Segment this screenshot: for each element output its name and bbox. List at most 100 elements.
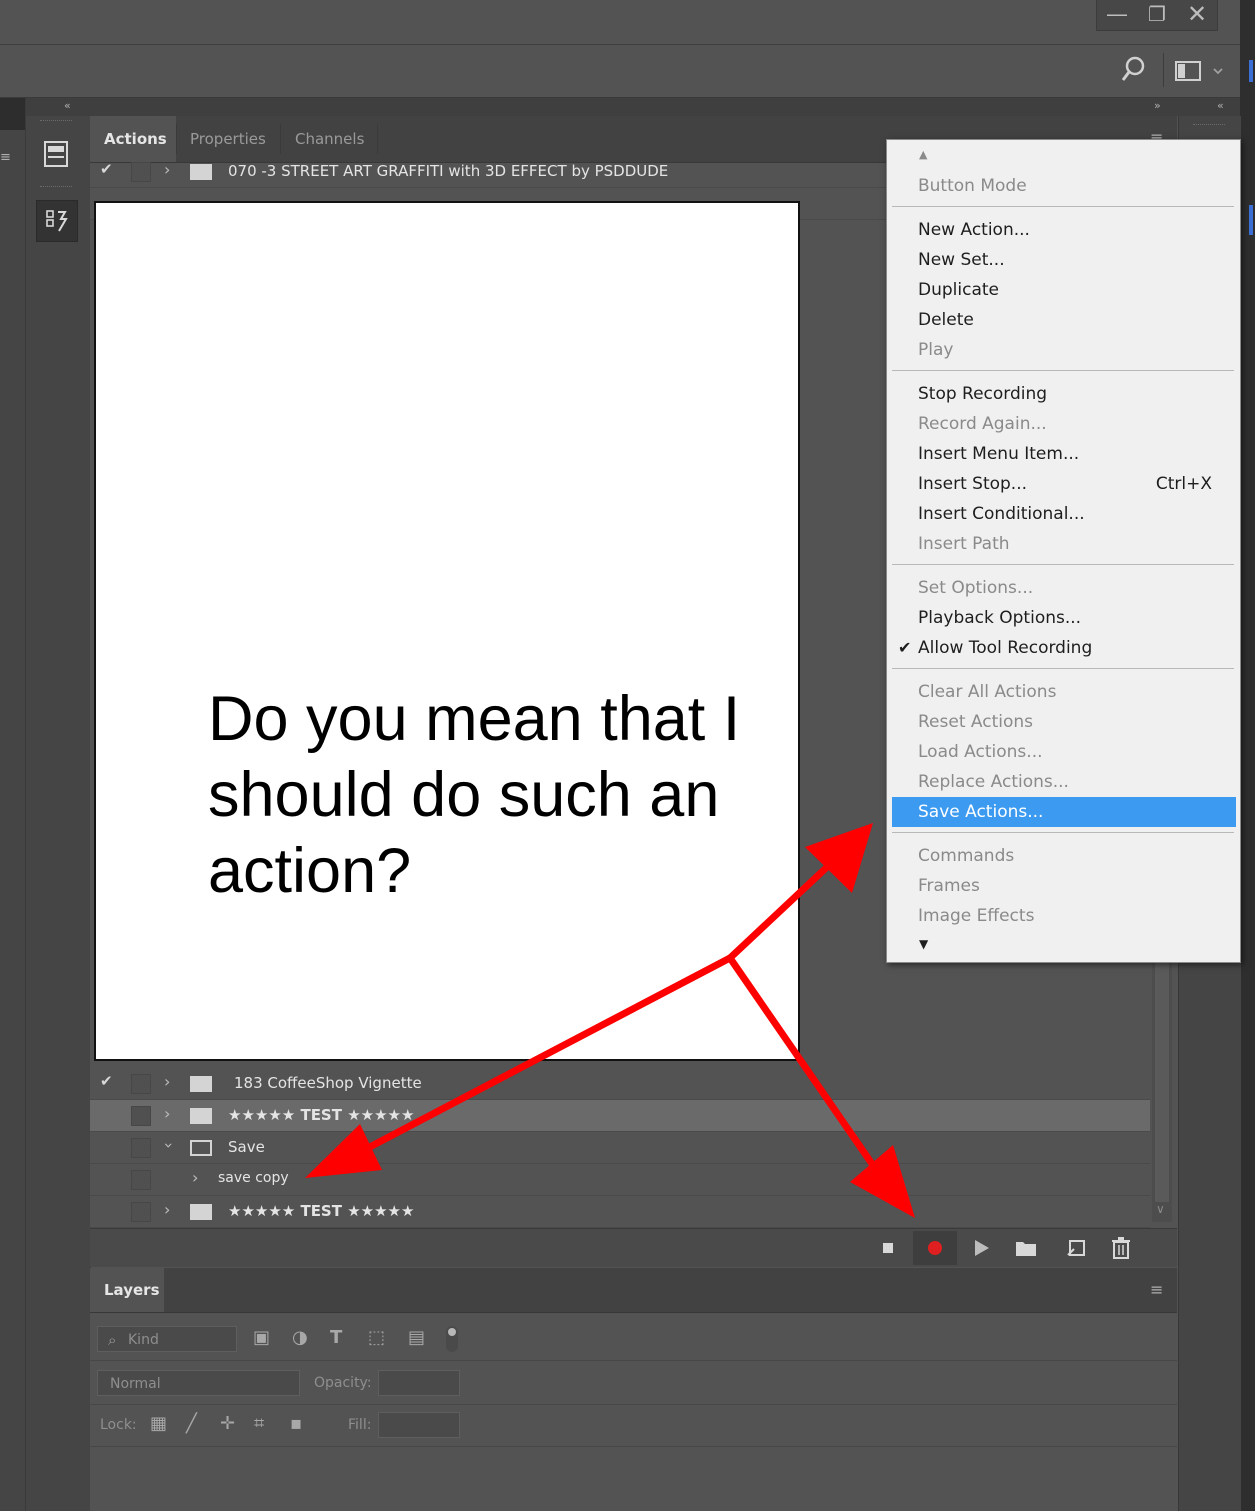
action-set-row[interactable]: › Save — [90, 1132, 1150, 1164]
dock-tab[interactable] — [0, 98, 25, 130]
restore-icon[interactable]: ❐ — [1137, 0, 1177, 28]
menu-item-insert-conditional[interactable]: Insert Conditional... — [892, 499, 1236, 529]
chevron-right-icon[interactable]: › — [164, 160, 170, 179]
menu-item-save-actions[interactable]: Save Actions... — [892, 797, 1236, 827]
stop-icon[interactable] — [866, 1231, 910, 1265]
action-set-row[interactable]: ✔ › 183 CoffeeShop Vignette — [90, 1068, 1150, 1100]
open-folder-icon — [190, 1140, 212, 1156]
dialog-toggle-box[interactable] — [131, 1106, 151, 1126]
adjustment-filter-icon[interactable]: ◑ — [292, 1327, 308, 1348]
menu-item-insert-path[interactable]: Insert Path — [892, 529, 1236, 559]
tab-layers[interactable]: Layers — [90, 1268, 164, 1312]
checkmark-icon[interactable]: ✔ — [100, 160, 116, 180]
menu-lines-icon[interactable]: ≡ — [0, 150, 11, 165]
menu-item-insert-stop[interactable]: Insert Stop... Ctrl+X — [892, 469, 1236, 499]
actions-toolbar — [90, 1228, 1177, 1267]
action-set-row[interactable]: › ★★★★★ TEST ★★★★★ — [90, 1196, 1150, 1228]
scroll-up-icon[interactable]: ▲ — [919, 148, 927, 161]
collapse-left-icon[interactable]: « — [1217, 99, 1224, 112]
menu-item-frames[interactable]: Frames — [892, 871, 1236, 901]
minimize-icon[interactable]: ― — [1097, 0, 1137, 28]
artboard-lock-icon[interactable]: ⌗ — [254, 1413, 264, 1434]
filter-toggle[interactable] — [446, 1326, 458, 1352]
trash-icon[interactable] — [1099, 1231, 1143, 1265]
dialog-toggle-box[interactable] — [131, 1202, 151, 1222]
actions-panel-icon[interactable] — [36, 200, 78, 242]
menu-item-set-options[interactable]: Set Options... — [892, 573, 1236, 603]
scroll-down-icon[interactable]: ∨ — [1156, 1202, 1165, 1216]
action-row[interactable]: › save copy — [90, 1164, 1150, 1196]
folder-icon — [190, 1204, 212, 1220]
shape-filter-icon[interactable]: ⬚ — [368, 1327, 385, 1348]
menu-item-commands[interactable]: Commands — [892, 841, 1236, 871]
expand-right-icon[interactable]: » — [1154, 99, 1161, 112]
menu-item-image-effects[interactable]: Image Effects — [892, 901, 1236, 931]
chevron-right-icon[interactable]: › — [164, 1104, 170, 1123]
menu-item-delete[interactable]: Delete — [892, 305, 1236, 335]
scroll-down-icon[interactable]: ▼ — [919, 937, 928, 951]
menu-separator — [892, 832, 1234, 833]
panel-menu-icon[interactable]: ≡ — [1150, 1280, 1163, 1299]
chevron-down-icon[interactable]: › — [160, 1142, 179, 1148]
menu-item-button-mode[interactable]: Button Mode — [892, 171, 1236, 201]
menu-item-load-actions[interactable]: Load Actions... — [892, 737, 1236, 767]
new-action-icon[interactable] — [1054, 1231, 1098, 1265]
properties-panel-icon[interactable] — [36, 134, 76, 174]
opacity-label: Opacity: — [314, 1375, 372, 1391]
lock-all-icon[interactable]: ▪ — [290, 1413, 302, 1434]
chevron-right-icon[interactable]: › — [164, 1072, 170, 1091]
opacity-field[interactable] — [378, 1370, 460, 1396]
menu-item-duplicate[interactable]: Duplicate — [892, 275, 1236, 305]
new-set-folder-icon[interactable] — [1004, 1231, 1048, 1265]
blend-mode-select[interactable]: Normal — [97, 1370, 300, 1396]
dialog-toggle-box[interactable] — [131, 162, 151, 182]
folder-icon — [190, 164, 212, 180]
window-controls: ― ❐ ✕ — [1096, 0, 1218, 31]
right-window-edge — [1240, 0, 1255, 1511]
workspace-icon[interactable] — [1175, 61, 1225, 87]
menu-item-reset-actions[interactable]: Reset Actions — [892, 707, 1236, 737]
checkmark-icon[interactable]: ✔ — [100, 1072, 116, 1092]
title-bar: ― ❐ ✕ — [0, 0, 1240, 45]
menu-item-playback-options[interactable]: Playback Options... — [892, 603, 1236, 633]
action-set-label: ★★★★★ TEST ★★★★★ — [228, 1106, 415, 1124]
menu-item-replace-actions[interactable]: Replace Actions... — [892, 767, 1236, 797]
action-label: save copy — [218, 1170, 289, 1186]
lock-row: Lock: ▦ ╱ ✛ ⌗ ▪ Fill: — [90, 1404, 1177, 1447]
dialog-toggle-box[interactable] — [131, 1138, 151, 1158]
close-icon[interactable]: ✕ — [1177, 0, 1217, 28]
menu-item-new-set[interactable]: New Set... — [892, 245, 1236, 275]
menu-separator — [892, 564, 1234, 565]
type-filter-icon[interactable]: T — [330, 1327, 342, 1348]
actions-panel-menu: ▲ Button Mode New Action... New Set... D… — [886, 139, 1241, 963]
chevron-right-icon[interactable]: › — [164, 1200, 170, 1219]
lock-position-icon[interactable]: ✛ — [220, 1413, 235, 1434]
menu-item-record-again[interactable]: Record Again... — [892, 409, 1236, 439]
fill-label: Fill: — [348, 1417, 372, 1433]
collapse-left-icon[interactable]: « — [64, 99, 71, 112]
play-icon[interactable] — [960, 1231, 1004, 1265]
action-set-label: 070 -3 STREET ART GRAFFITI with 3D EFFEC… — [228, 162, 669, 180]
fill-field[interactable] — [378, 1412, 460, 1438]
smart-object-filter-icon[interactable]: ▤ — [408, 1327, 425, 1348]
lock-transparency-icon[interactable]: ▦ — [150, 1413, 167, 1434]
tab-divider — [377, 124, 378, 154]
menu-item-clear-all-actions[interactable]: Clear All Actions — [892, 677, 1236, 707]
record-icon — [928, 1241, 942, 1255]
pixel-layer-filter-icon[interactable]: ▣ — [253, 1327, 270, 1348]
lock-pixels-brush-icon[interactable]: ╱ — [186, 1413, 197, 1434]
menu-item-allow-tool-recording[interactable]: ✔ Allow Tool Recording — [892, 633, 1236, 663]
menu-item-new-action[interactable]: New Action... — [892, 215, 1236, 245]
chevron-right-icon[interactable]: › — [192, 1168, 198, 1187]
search-icon[interactable] — [1120, 55, 1148, 91]
dialog-toggle-box[interactable] — [131, 1074, 151, 1094]
layer-kind-filter[interactable]: Kind ⌕ — [97, 1326, 237, 1352]
dialog-toggle-box[interactable] — [131, 1170, 151, 1190]
menu-item-stop-recording[interactable]: Stop Recording — [892, 379, 1236, 409]
menu-item-play[interactable]: Play — [892, 335, 1236, 365]
menu-item-insert-menu-item[interactable]: Insert Menu Item... — [892, 439, 1236, 469]
record-button[interactable] — [913, 1231, 957, 1265]
action-set-label: 183 CoffeeShop Vignette — [234, 1074, 422, 1092]
action-set-row[interactable]: › ★★★★★ TEST ★★★★★ — [90, 1100, 1150, 1132]
options-bar — [0, 45, 1240, 98]
